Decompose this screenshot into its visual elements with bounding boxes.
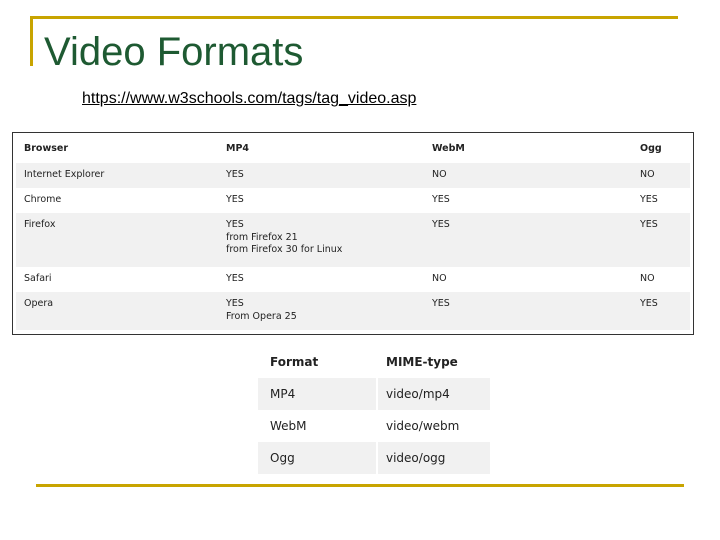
top-accent-rule [30,16,678,19]
mime-type-value: video/webm [386,419,460,433]
browser-name: Safari [24,273,52,284]
header-browser: Browser [24,143,69,154]
ogg-support: YES [640,219,658,230]
webm-support: YES [432,298,450,309]
ogg-support: NO [640,169,655,180]
header-ogg: Ogg [640,143,662,154]
browser-name: Firefox [24,219,56,230]
mp4-support-note: From Opera 25 [226,310,297,322]
slide-title: Video Formats [44,30,304,74]
mp4-support-note: from Firefox 30 for Linux [226,244,343,255]
mp4-support-line: YES [226,298,244,309]
ogg-support: YES [640,298,658,309]
table-row: Ogg video/ogg [258,442,490,474]
left-accent-rule [30,16,33,66]
mp4-support: YES from Firefox 21 from Firefox 30 for … [226,219,342,257]
ogg-support: YES [640,194,658,205]
table-header-row: Format MIME-type [258,346,490,378]
table-row: MP4 video/mp4 [258,378,490,410]
mime-type-value: video/mp4 [386,387,450,401]
mp4-support-note: from Firefox 21 [226,231,298,243]
table-header-row: Browser MP4 WebM Ogg [16,137,690,163]
mp4-support: YES [226,194,244,205]
format-name: MP4 [270,387,296,401]
browser-name: Internet Explorer [24,169,105,180]
table-row: Chrome YES YES YES [16,188,690,213]
browser-support-table: Browser MP4 WebM Ogg Internet Explorer Y… [12,132,694,335]
table-row: Safari YES NO NO [16,267,690,292]
browser-name: Chrome [24,194,62,205]
reference-link[interactable]: https://www.w3schools.com/tags/tag_video… [82,90,416,108]
table-row: Opera YES From Opera 25 YES YES [16,292,690,330]
column-separator [376,346,378,474]
webm-support: YES [432,219,450,230]
webm-support: NO [432,273,447,284]
format-name: Ogg [270,451,295,465]
bottom-accent-rule [36,484,684,487]
mime-type-table: Format MIME-type MP4 video/mp4 WebM vide… [258,346,490,474]
header-mime-type: MIME-type [386,355,458,369]
browser-name: Opera [24,298,54,309]
ogg-support: NO [640,273,655,284]
mp4-support: YES [226,169,244,180]
header-format: Format [270,355,319,369]
header-mp4: MP4 [226,143,250,154]
table-row: Firefox YES from Firefox 21 from Firefox… [16,213,690,267]
format-name: WebM [270,419,307,433]
mp4-support: YES [226,273,244,284]
webm-support: NO [432,169,447,180]
mp4-support-line: YES [226,219,244,230]
mime-type-value: video/ogg [386,451,446,465]
webm-support: YES [432,194,450,205]
table-row: WebM video/webm [258,410,490,442]
table-row: Internet Explorer YES NO NO [16,163,690,188]
header-webm: WebM [432,143,465,154]
mp4-support: YES From Opera 25 [226,298,297,323]
